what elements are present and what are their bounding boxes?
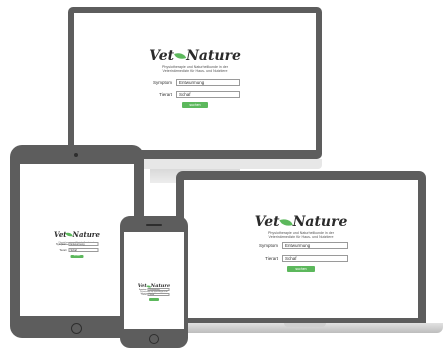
search-button[interactable]: suchen — [287, 266, 315, 272]
laptop-screen: Vet Nature Physiotherapie und Naturheilk… — [184, 180, 418, 318]
tierart-label: Tierart — [59, 248, 67, 252]
brand-name-vet: Vet — [54, 230, 67, 239]
symptom-input[interactable]: Entwurmung — [68, 242, 99, 246]
brand-logo: Vet Nature Physiotherapie und Naturheilk… — [255, 213, 348, 240]
phone-home-button — [149, 334, 159, 344]
symptom-row: Symptom Entwurmung — [254, 242, 348, 249]
symptom-row: Symptom Entwurmung — [139, 288, 170, 291]
symptom-label: Symptom — [138, 288, 147, 291]
symptom-input[interactable]: Entwurmung — [147, 288, 170, 291]
laptop-hinge-notch — [284, 323, 326, 327]
tierart-input[interactable]: Schaf — [68, 248, 99, 252]
brand-name-nature: Nature — [292, 214, 348, 230]
tagline-line-2: Veterinärmedizin für Haus- und Nutztiere — [162, 69, 228, 74]
symptom-label: Symptom — [55, 242, 67, 246]
tierart-label: Tierart — [265, 256, 278, 261]
phone-speaker — [146, 224, 162, 226]
brand-logo: Vet Nature Physiotherapie und Naturheilk… — [149, 47, 241, 74]
brand-name-nature: Nature — [186, 48, 241, 64]
symptom-row: Symptom Entwurmung — [150, 79, 240, 86]
brand-name-vet: Vet — [254, 214, 280, 230]
symptom-label: Symptom — [152, 80, 172, 85]
brand-tagline: Physiotherapie und Naturheilkunde in der… — [255, 231, 348, 240]
search-button[interactable]: suchen — [149, 298, 159, 301]
leaf-icon — [279, 215, 293, 229]
symptom-label: Symptom — [258, 243, 278, 248]
tierart-row: Tierart Schaf — [254, 255, 348, 262]
tablet-home-button — [71, 323, 82, 334]
tierart-label: Tierart — [141, 293, 147, 296]
tierart-label: Tierart — [159, 92, 172, 97]
brand-name-vet: Vet — [149, 48, 175, 64]
tablet-screen: Vet Nature Physiotherapie und Naturheilk… — [20, 164, 134, 316]
tierart-row: Tierart Schaf — [139, 293, 170, 296]
tagline-line-2: Veterinärmedizin für Haus- und Nutztiere — [268, 235, 334, 240]
brand-name-nature: Nature — [72, 230, 100, 239]
leaf-icon — [174, 50, 187, 62]
desktop-screen: Vet Nature Physiotherapie und Naturheilk… — [74, 13, 316, 150]
search-button[interactable]: suchen — [182, 102, 208, 108]
tierart-row: Tierart Schaf — [150, 91, 240, 98]
tierart-input[interactable]: Schaf — [147, 293, 170, 296]
search-button[interactable]: suchen — [70, 255, 84, 258]
tierart-input[interactable]: Schaf — [176, 91, 240, 98]
symptom-input[interactable]: Entwurmung — [282, 242, 348, 249]
device-mockup-scene: Vet Nature Physiotherapie und Naturheilk… — [0, 0, 443, 350]
phone-screen: Vet Nature Physiotherapie und Naturheilk… — [124, 232, 184, 329]
symptom-row: Symptom Entwurmung — [56, 242, 99, 246]
tierart-input[interactable]: Schaf — [282, 255, 348, 262]
brand-tagline: Physiotherapie und Naturheilkunde in der… — [149, 65, 241, 74]
symptom-input[interactable]: Entwurmung — [176, 79, 240, 86]
tablet-camera — [74, 153, 78, 157]
tierart-row: Tierart Schaf — [56, 248, 99, 252]
